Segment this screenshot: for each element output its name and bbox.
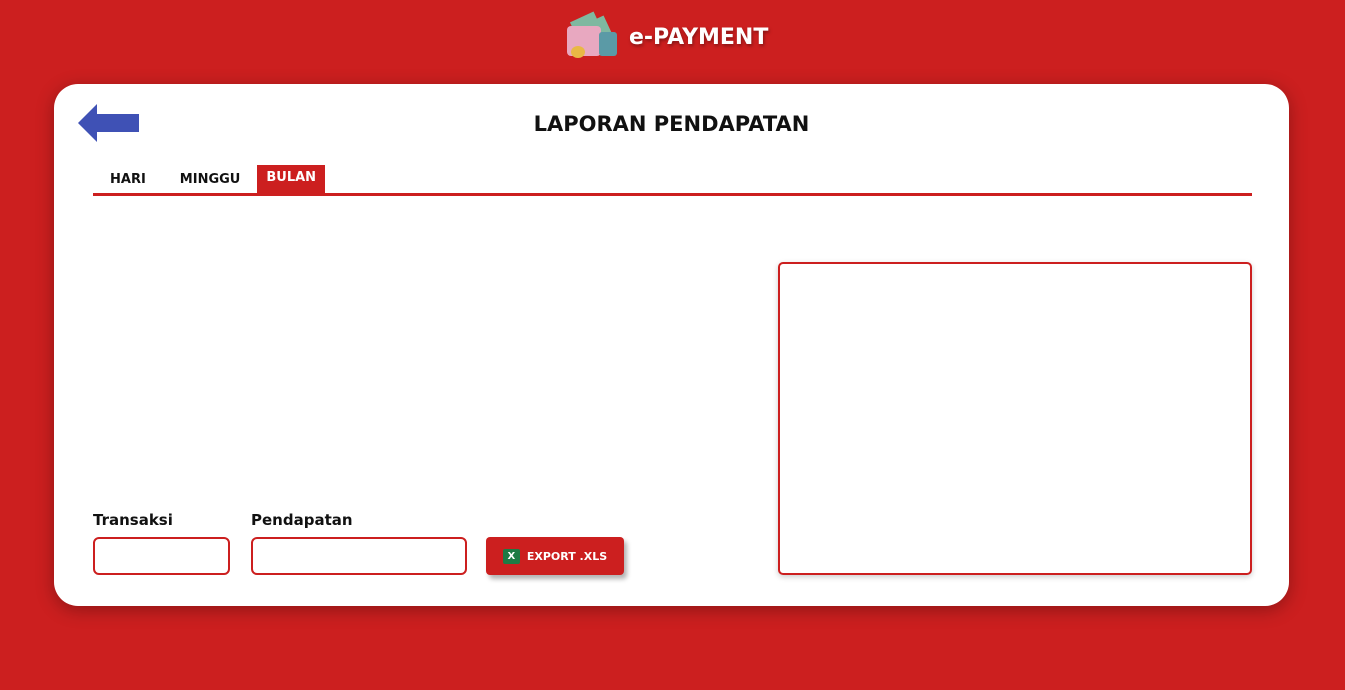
report-panel: LAPORAN PENDAPATAN HARI MINGGU BULAN Tra… xyxy=(54,84,1289,606)
pendapatan-input[interactable] xyxy=(251,537,467,575)
transaksi-label: Transaksi xyxy=(93,511,173,529)
tab-bulan[interactable]: BULAN xyxy=(257,165,326,193)
transaksi-input[interactable] xyxy=(93,537,230,575)
excel-icon: X xyxy=(502,548,520,564)
export-xls-button[interactable]: X EXPORT .XLS xyxy=(486,537,624,575)
chart-area xyxy=(778,262,1252,575)
tab-minggu[interactable]: MINGGU xyxy=(163,165,258,193)
export-label: EXPORT .XLS xyxy=(526,549,608,563)
wallet-icon xyxy=(565,11,621,60)
period-tabs: HARI MINGGU BULAN xyxy=(93,165,1252,196)
brand-logo: e-PAYMENT xyxy=(565,11,769,60)
tab-hari[interactable]: HARI xyxy=(93,165,163,193)
page-title: LAPORAN PENDAPATAN xyxy=(533,112,810,136)
brand-name: e-PAYMENT xyxy=(629,24,769,50)
pendapatan-label: Pendapatan xyxy=(251,511,353,529)
